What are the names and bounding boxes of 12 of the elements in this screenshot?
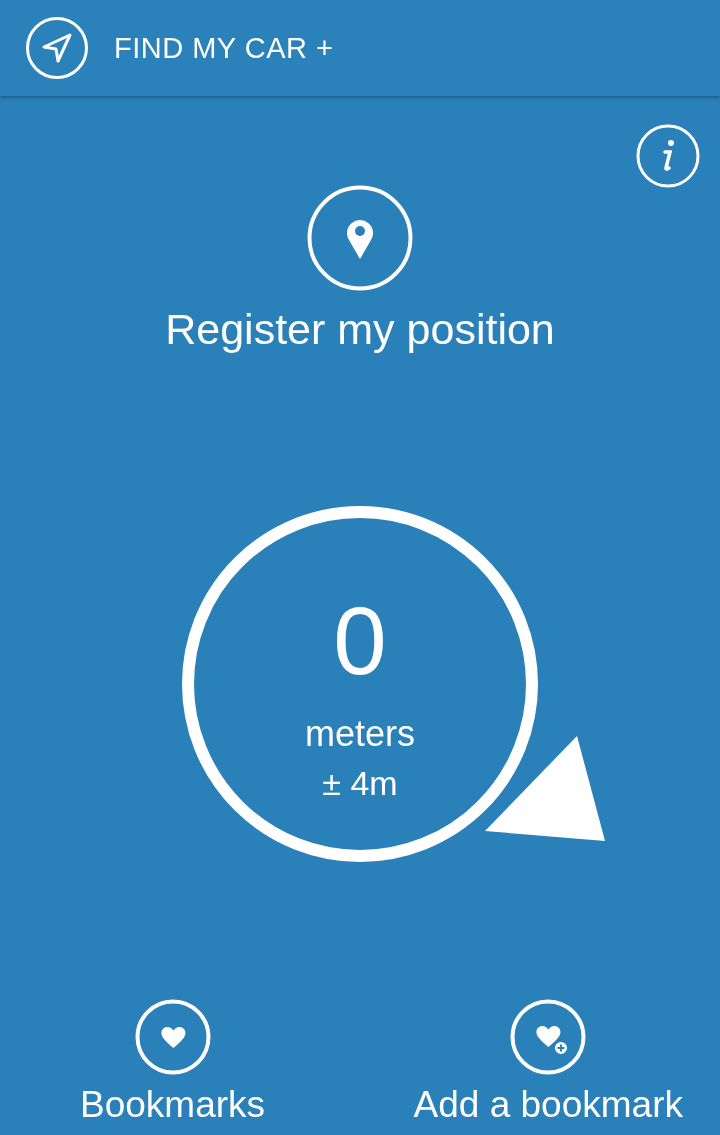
- distance-unit: meters: [305, 713, 415, 755]
- heart-plus-icon: [510, 999, 587, 1075]
- distance-value: 0: [333, 591, 387, 691]
- bookmark-action-button[interactable]: Bookmarks: [80, 999, 266, 1127]
- bookmark-action-button[interactable]: Add a bookmark: [413, 999, 683, 1127]
- direction-pointer-icon: [485, 736, 606, 842]
- navigation-icon[interactable]: [25, 16, 89, 80]
- info-icon[interactable]: [636, 124, 700, 188]
- location-pin-icon[interactable]: [307, 185, 413, 291]
- register-position-label[interactable]: Register my position: [165, 303, 555, 355]
- accuracy-label: ± 4m: [322, 763, 398, 804]
- app-title: FIND MY CAR +: [114, 31, 334, 65]
